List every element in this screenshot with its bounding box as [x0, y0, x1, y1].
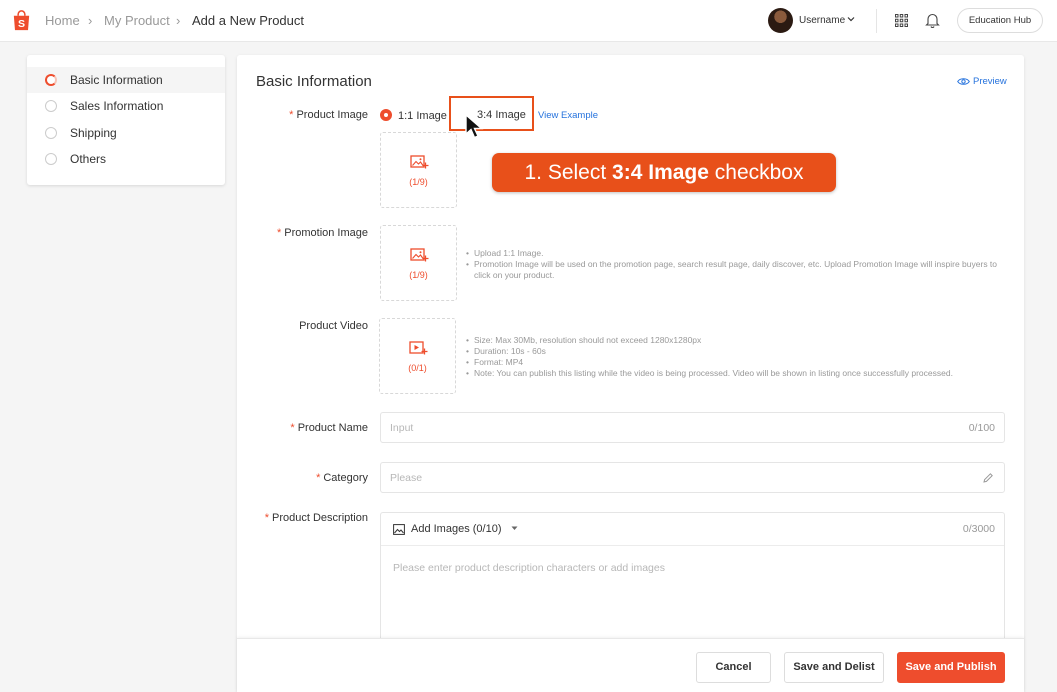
description-toolbar: Add Images (0/10) 0/3000: [381, 513, 1004, 546]
bell-icon[interactable]: [925, 12, 940, 28]
page-title: Basic Information: [256, 73, 372, 90]
sidebar-nav: Basic Information Sales Information Ship…: [27, 55, 225, 185]
breadcrumb-current: Add a New Product: [192, 13, 305, 28]
promotion-image-upload[interactable]: (1/9): [380, 225, 457, 301]
username-label[interactable]: Username: [799, 15, 845, 26]
product-video-label: Product Video: [299, 320, 368, 332]
cancel-button[interactable]: Cancel: [696, 652, 771, 683]
add-video-icon: [409, 341, 428, 355]
breadcrumb-my-product[interactable]: My Product: [104, 13, 170, 28]
education-hub-button[interactable]: Education Hub: [957, 8, 1043, 33]
category-label: * Category: [316, 472, 368, 484]
progress-dot-icon: [45, 74, 57, 86]
product-video-hints: Size: Max 30Mb, resolution should not ex…: [466, 335, 1006, 379]
product-description-label: * Product Description: [264, 512, 368, 524]
radio-1-1-image[interactable]: 1:1 Image: [380, 109, 447, 122]
hint-text: Note: You can publish this listing while…: [466, 368, 1006, 379]
product-name-input[interactable]: Input 0/100: [380, 412, 1005, 443]
product-name-placeholder: Input: [390, 422, 414, 434]
category-placeholder: Please: [390, 472, 423, 484]
sidebar-item-label: Basic Information: [70, 73, 163, 87]
top-bar: S Home › My Product › Add a New Product …: [0, 0, 1057, 42]
sidebar-item-label: Sales Information: [70, 99, 164, 113]
product-name-counter: 0/100: [968, 422, 995, 434]
divider: [876, 9, 877, 33]
image-icon: [393, 524, 405, 535]
tutorial-highlight-box: [449, 96, 534, 131]
product-video-upload[interactable]: (0/1): [379, 318, 456, 394]
radio-checked-icon: [380, 109, 392, 121]
sidebar-item-basic-information[interactable]: Basic Information: [27, 67, 225, 93]
sidebar-item-others[interactable]: Others: [27, 146, 225, 172]
preview-label: Preview: [973, 76, 1007, 87]
avatar[interactable]: [768, 8, 793, 33]
product-name-label: * Product Name: [290, 422, 368, 434]
promotion-image-hints: Upload 1:1 Image. Promotion Image will b…: [466, 248, 1006, 281]
preview-link[interactable]: Preview: [957, 76, 1007, 87]
hint-text: Size: Max 30Mb, resolution should not ex…: [466, 335, 1006, 346]
upload-count: (0/1): [408, 363, 427, 373]
tutorial-callout: 1. Select 3:4 Image checkbox: [492, 153, 836, 192]
save-and-publish-button[interactable]: Save and Publish: [897, 652, 1005, 683]
chevron-down-icon[interactable]: [846, 14, 856, 24]
add-image-icon: [410, 155, 429, 169]
description-placeholder: Please enter product description charact…: [393, 562, 665, 574]
shop-logo-icon[interactable]: S: [10, 9, 33, 32]
sidebar-item-sales-information[interactable]: Sales Information: [27, 93, 225, 119]
breadcrumb-separator: ›: [88, 13, 93, 28]
caret-down-icon: [511, 526, 518, 530]
hint-text: Duration: 10s - 60s: [466, 346, 1006, 357]
product-image-label: * Product Image: [289, 109, 368, 121]
svg-text:S: S: [18, 18, 25, 30]
progress-dot-icon: [45, 153, 57, 165]
product-image-upload[interactable]: (1/9): [380, 132, 457, 208]
product-description-editor[interactable]: Add Images (0/10) 0/3000 Please enter pr…: [380, 512, 1005, 642]
upload-count: (1/9): [409, 270, 428, 280]
sidebar-item-label: Others: [70, 152, 107, 166]
apps-grid-icon[interactable]: [895, 14, 908, 27]
upload-count: (1/9): [409, 177, 428, 187]
hint-text: Format: MP4: [466, 357, 1006, 368]
progress-dot-icon: [45, 100, 57, 112]
hint-text: Promotion Image will be used on the prom…: [466, 259, 1006, 281]
add-images-dropdown[interactable]: Add Images (0/10): [411, 523, 518, 535]
progress-dot-icon: [45, 127, 57, 139]
hint-text: Upload 1:1 Image.: [466, 248, 1006, 259]
breadcrumb-separator: ›: [176, 13, 181, 28]
sidebar-item-label: Shipping: [70, 126, 117, 140]
mouse-cursor-icon: [465, 114, 484, 139]
breadcrumb-home[interactable]: Home: [45, 13, 80, 28]
view-example-link[interactable]: View Example: [538, 110, 598, 121]
promotion-image-label: * Promotion Image: [276, 227, 368, 239]
eye-icon: [957, 78, 970, 85]
description-counter: 0/3000: [962, 523, 995, 535]
save-and-delist-button[interactable]: Save and Delist: [784, 652, 884, 683]
category-selector[interactable]: Please: [380, 462, 1005, 493]
add-image-icon: [410, 248, 429, 262]
pencil-edit-icon[interactable]: [982, 472, 994, 484]
sidebar-item-shipping[interactable]: Shipping: [27, 120, 225, 146]
